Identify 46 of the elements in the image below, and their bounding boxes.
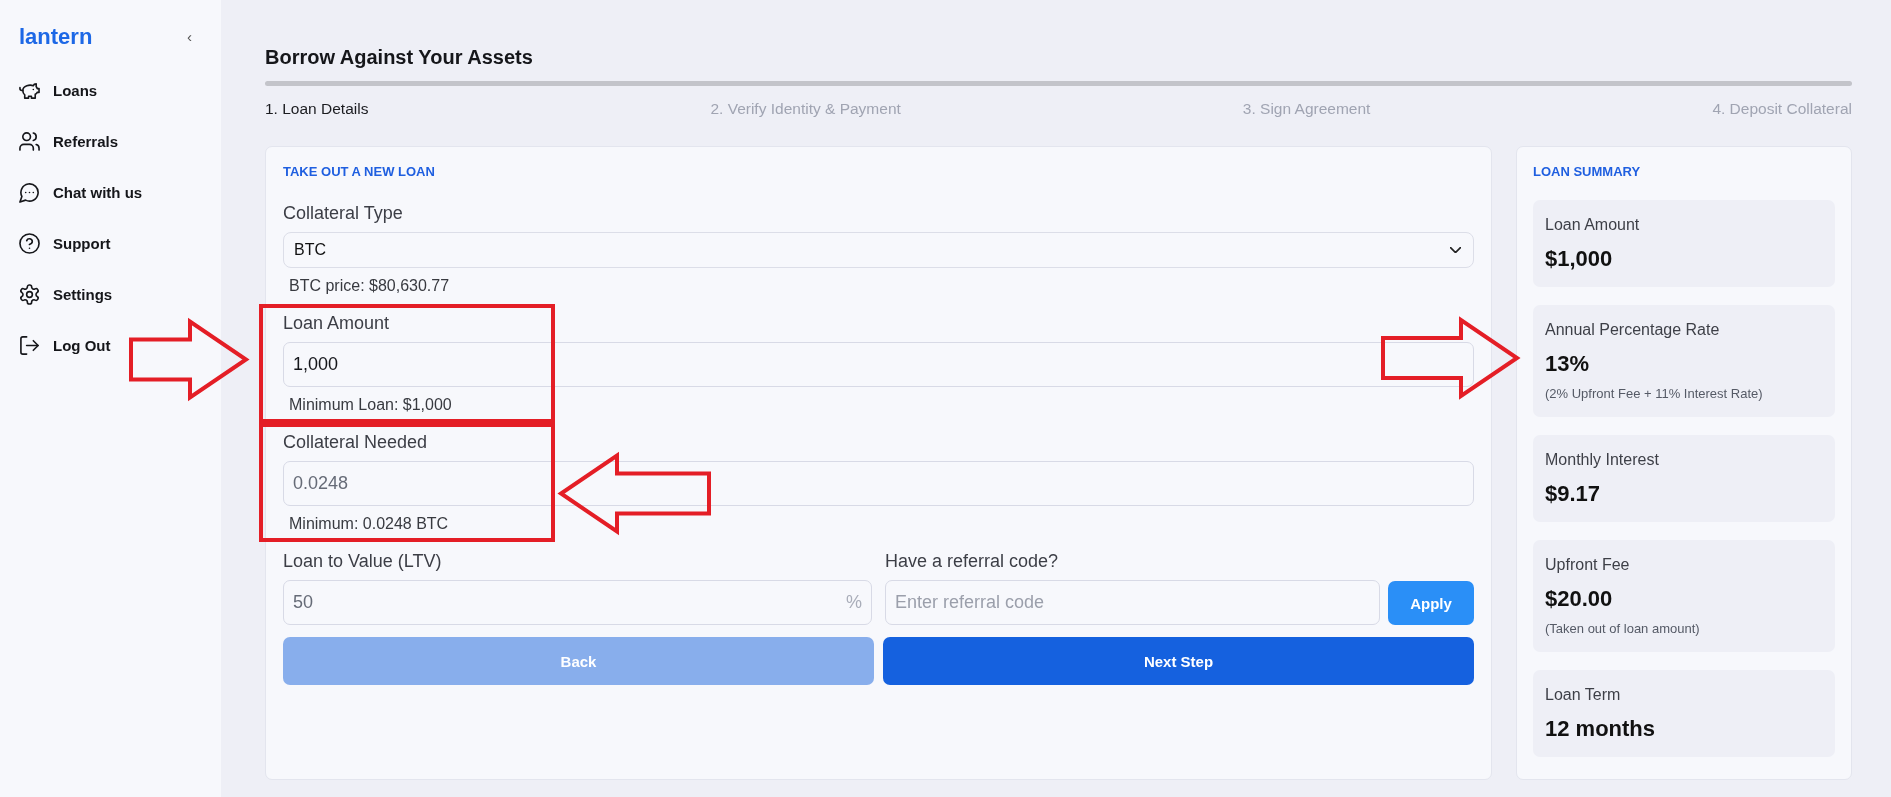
nav-item[interactable]: Settings <box>19 282 113 306</box>
field-label: Collateral Type <box>283 203 403 223</box>
text-input[interactable]: Enter referral code <box>885 580 1380 625</box>
summary-label: Upfront Fee <box>1545 556 1630 574</box>
summary-label: Annual Percentage Rate <box>1545 321 1720 339</box>
field-hint: Minimum Loan: $1,000 <box>288 396 452 414</box>
field-label: Have a referral code? <box>885 551 1059 571</box>
help-icon <box>19 232 40 254</box>
collapse-button[interactable]: ‹ <box>185 28 194 46</box>
nav-item[interactable]: Chat with us <box>19 180 143 204</box>
nav-item[interactable]: Log Out <box>19 333 111 357</box>
section-heading: TAKE OUT A NEW LOAN <box>283 164 435 180</box>
page-title: Borrow Against Your Assets <box>265 45 533 69</box>
settings-icon <box>19 283 40 305</box>
summary-value: $9.17 <box>1545 481 1601 507</box>
summary-label: Monthly Interest <box>1545 451 1659 469</box>
summary-note: (Taken out of loan amount) <box>1545 621 1700 637</box>
field-hint: BTC price: $80,630.77 <box>288 277 450 295</box>
summary-value: $1,000 <box>1545 246 1613 272</box>
section-heading: LOAN SUMMARY <box>1533 164 1641 180</box>
field-label: Collateral Needed <box>283 432 428 452</box>
summary-label: Loan Amount <box>1545 216 1640 234</box>
summary-value: $20.00 <box>1545 586 1613 612</box>
summary-value: 12 months <box>1545 716 1656 742</box>
chevron-down-icon <box>1450 247 1461 253</box>
brand-logo: lantern <box>19 24 93 50</box>
field-label: Loan to Value (LTV) <box>283 551 442 571</box>
chat-bubble-icon <box>19 181 40 203</box>
people-icon <box>19 130 40 152</box>
field-hint: Minimum: 0.0248 BTC <box>288 515 449 533</box>
nav-item[interactable]: Referrals <box>19 129 119 153</box>
dropdown-field[interactable]: BTC <box>283 232 1474 268</box>
step-label: 1. Loan Details <box>265 100 369 118</box>
summary-label: Loan Term <box>1545 686 1621 704</box>
nav-item[interactable]: Loans <box>19 78 98 102</box>
summary-note: (2% Upfront Fee + 11% Interest Rate) <box>1545 386 1763 402</box>
summary-value: 13% <box>1545 351 1590 377</box>
logout-icon <box>19 334 40 356</box>
text-input[interactable]: 1,000 <box>283 342 1474 387</box>
field-label: Loan Amount <box>283 313 390 333</box>
step-label: 4. Deposit Collateral <box>1712 100 1852 118</box>
step-label: 3. Sign Agreement <box>1242 100 1371 118</box>
step-label: 2. Verify Identity & Payment <box>710 100 901 118</box>
nav-item[interactable]: Support <box>19 231 111 255</box>
next-step-button[interactable]: Next Step <box>883 637 1474 685</box>
percent-suffix: % <box>846 592 862 612</box>
